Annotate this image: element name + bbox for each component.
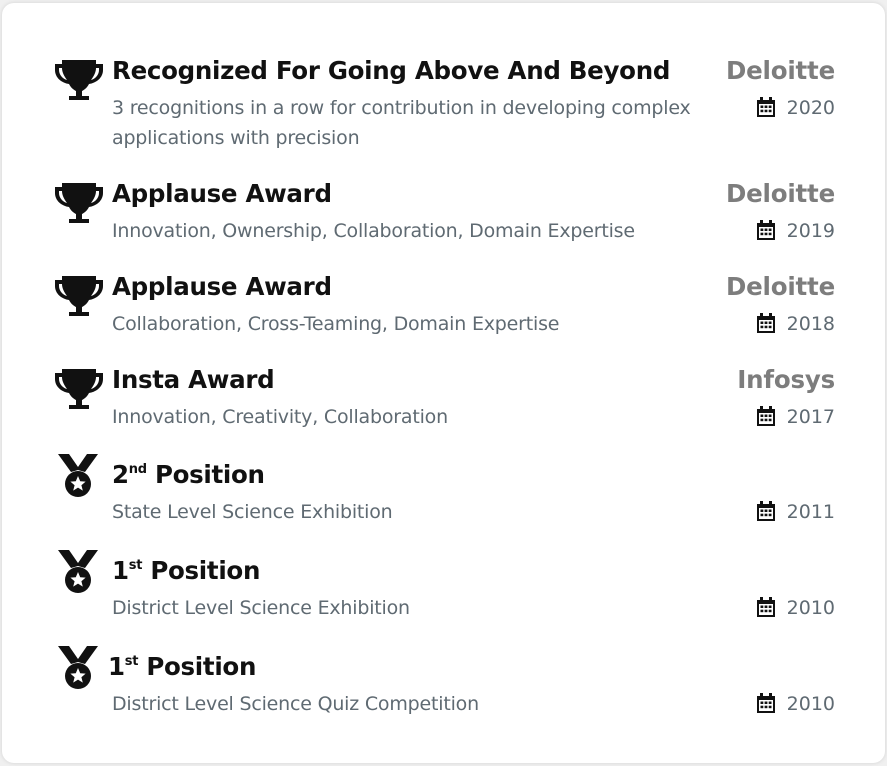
trophy-icon [55, 369, 103, 409]
calendar-icon [756, 220, 775, 240]
calendar-icon [756, 501, 775, 521]
award-year-text: 2019 [786, 220, 835, 242]
award-description: 3 recognitions in a row for contribution… [112, 97, 691, 149]
medal-icon [58, 454, 98, 497]
award-year: 2017 [756, 402, 835, 432]
calendar-icon [756, 693, 775, 713]
ordinal-suffix: st [128, 558, 143, 573]
ordinal-suffix: st [124, 654, 139, 669]
award-year: 2020 [756, 93, 835, 123]
award-description: District Level Science Exhibition [112, 597, 410, 619]
award-year: 2010 [756, 593, 835, 623]
award-title: Applause Award [112, 179, 332, 208]
trophy-icon [55, 60, 103, 100]
position-title: 1st Position [112, 556, 260, 585]
calendar-icon [756, 97, 775, 117]
award-year-text: 2010 [786, 693, 835, 715]
award-title: Recognized For Going Above And Beyond [112, 56, 671, 85]
position-number: 2 [112, 460, 129, 489]
calendar-icon [756, 406, 775, 426]
position-label: Position [142, 556, 261, 585]
award-year-text: 2010 [786, 597, 835, 619]
award-organization: Deloitte [725, 272, 835, 301]
award-year-text: 2017 [786, 406, 835, 428]
position-title: 1st Position [108, 652, 256, 681]
award-year: 2011 [756, 497, 835, 527]
calendar-icon [756, 313, 775, 333]
award-organization: Deloitte [725, 179, 835, 208]
position-label: Position [146, 460, 265, 489]
trophy-icon [55, 183, 103, 223]
award-organization: Deloitte [725, 56, 835, 85]
calendar-icon [756, 597, 775, 617]
ordinal-suffix: nd [128, 462, 147, 477]
award-title: Applause Award [112, 272, 332, 301]
award-description: Collaboration, Cross-Teaming, Domain Exp… [112, 313, 560, 335]
award-description: Innovation, Creativity, Collaboration [112, 406, 448, 428]
position-number: 1 [108, 652, 125, 681]
award-year: 2010 [756, 689, 835, 719]
award-year-text: 2020 [786, 97, 835, 119]
award-description: State Level Science Exhibition [112, 501, 393, 523]
award-title: Insta Award [112, 365, 275, 394]
medal-icon [58, 550, 98, 593]
awards-card: Recognized For Going Above And Beyond 3 … [2, 3, 885, 763]
position-label: Position [138, 652, 257, 681]
award-organization: Infosys [737, 365, 835, 394]
position-number: 1 [112, 556, 129, 585]
award-year: 2018 [756, 309, 835, 339]
award-description: Innovation, Ownership, Collaboration, Do… [112, 220, 635, 242]
award-year: 2019 [756, 216, 835, 246]
award-description: District Level Science Quiz Competition [112, 693, 479, 715]
medal-icon [58, 646, 98, 689]
trophy-icon [55, 276, 103, 316]
award-year-text: 2018 [786, 313, 835, 335]
position-title: 2nd Position [112, 460, 265, 489]
award-year-text: 2011 [786, 501, 835, 523]
